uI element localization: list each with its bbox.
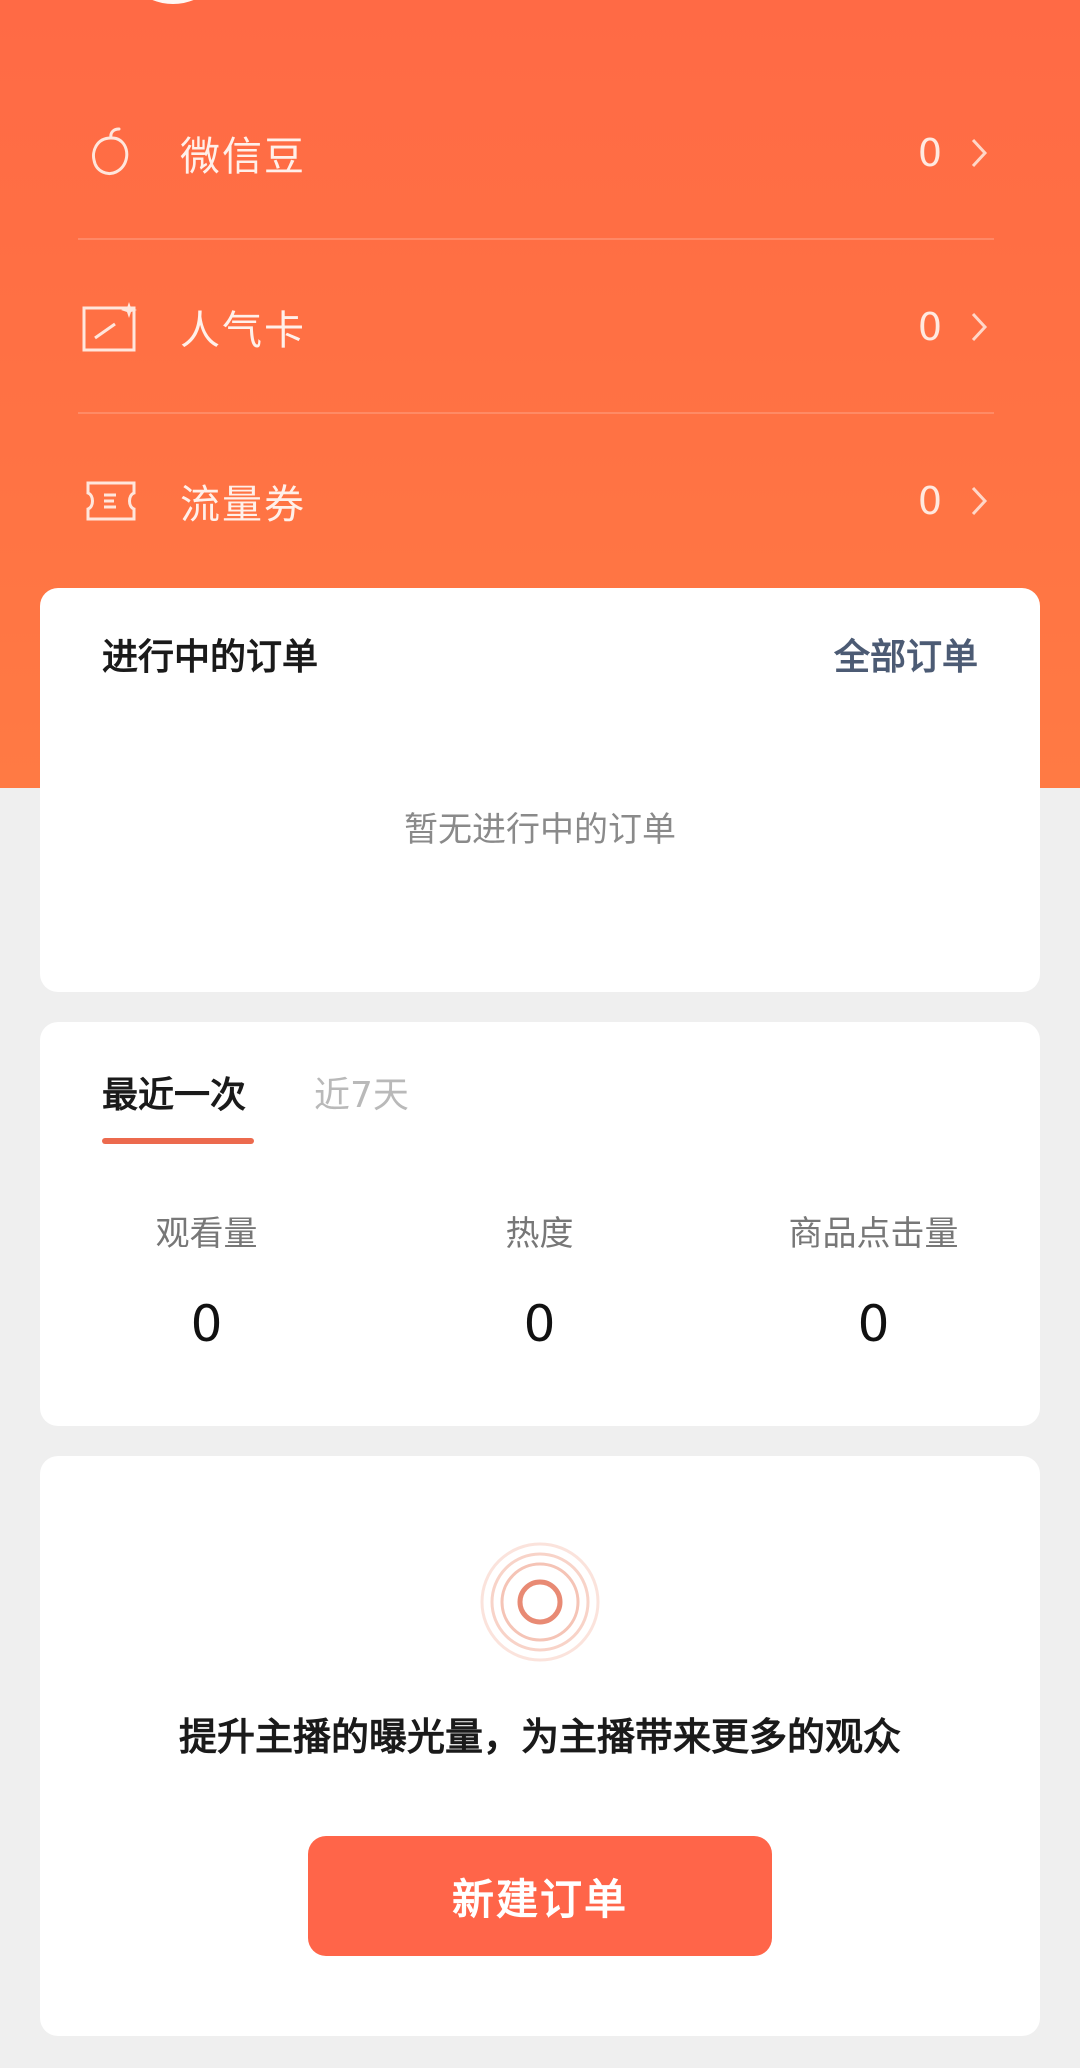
section-title: 进行中的订单 xyxy=(102,637,319,678)
tab-last-7-days[interactable]: 近7天 xyxy=(314,1066,409,1118)
new-order-button[interactable]: 新建订单 xyxy=(308,1836,772,1956)
popularity-card-icon xyxy=(78,294,144,360)
chevron-right-icon xyxy=(964,307,994,347)
asset-row-popularity-card[interactable]: 人气卡 0 xyxy=(78,240,994,414)
asset-label: 人气卡 xyxy=(180,308,306,354)
all-orders-link[interactable]: 全部订单 xyxy=(834,628,978,680)
asset-value: 0 xyxy=(917,479,942,523)
active-tab-indicator xyxy=(102,1138,254,1144)
promo-card: 提升主播的曝光量，为主播带来更多的观众 新建订单 xyxy=(40,1456,1040,2036)
stat-label: 热度 xyxy=(505,1214,574,1254)
stat-value: 0 xyxy=(190,1295,223,1353)
stat-heat: 热度 0 xyxy=(373,1206,706,1353)
stat-value: 0 xyxy=(857,1295,890,1353)
broadcast-ring-icon xyxy=(478,1540,602,1664)
ongoing-orders-card: 进行中的订单 全部订单 暂无进行中的订单 xyxy=(40,588,1040,992)
stat-label: 观看量 xyxy=(155,1214,258,1254)
asset-row-wechat-beans[interactable]: 微信豆 0 xyxy=(78,66,994,240)
chevron-right-icon xyxy=(964,481,994,521)
stat-label: 商品点击量 xyxy=(788,1214,959,1254)
stats-card: 最近一次 近7天 观看量 0 热度 0 商品点击量 0 xyxy=(40,1022,1040,1426)
stat-value: 0 xyxy=(523,1295,556,1353)
asset-label: 流量券 xyxy=(180,482,306,528)
empty-state-text: 暂无进行中的订单 xyxy=(404,810,676,850)
asset-value: 0 xyxy=(917,305,942,349)
stat-views: 观看量 0 xyxy=(40,1206,373,1353)
tab-recent[interactable]: 最近一次 xyxy=(102,1066,246,1118)
stat-product-clicks: 商品点击量 0 xyxy=(707,1206,1040,1353)
promo-text: 提升主播的曝光量，为主播带来更多的观众 xyxy=(178,1715,901,1759)
traffic-coupon-icon xyxy=(78,468,144,534)
asset-value: 0 xyxy=(917,131,942,175)
asset-row-traffic-coupon[interactable]: 流量券 0 xyxy=(78,414,994,588)
asset-label: 微信豆 xyxy=(180,134,306,180)
bean-icon xyxy=(78,120,144,186)
chevron-right-icon xyxy=(964,133,994,173)
